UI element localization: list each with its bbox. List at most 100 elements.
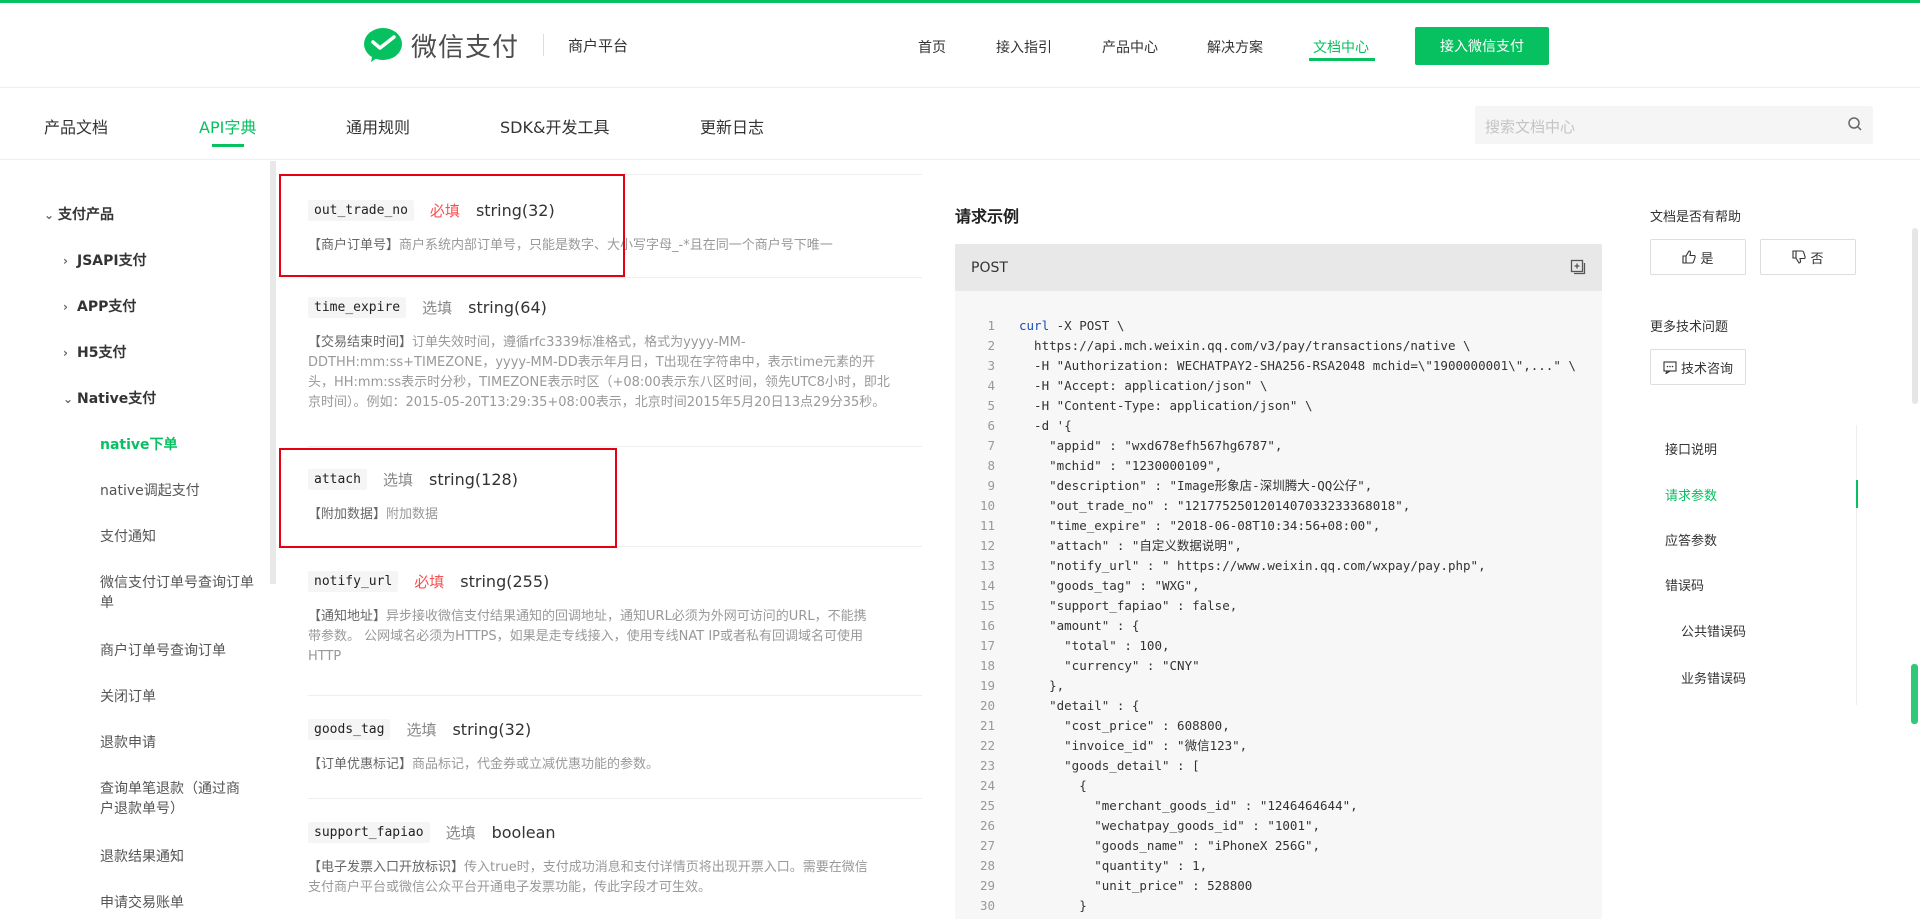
code-header: POST bbox=[955, 244, 1602, 291]
line-number: 23 bbox=[979, 758, 995, 773]
line-content: }, bbox=[1019, 678, 1065, 693]
param-type: string(255) bbox=[460, 571, 550, 591]
doc-search-input[interactable]: 搜索文档中心 bbox=[1475, 106, 1873, 144]
nav-solutions[interactable]: 解决方案 bbox=[1207, 37, 1263, 57]
code-line: 12 "attach" : "自定义数据说明", bbox=[955, 536, 1602, 556]
line-number: 15 bbox=[979, 598, 995, 613]
yes-label: 是 bbox=[1700, 251, 1714, 267]
highlight-box bbox=[279, 174, 625, 277]
line-number: 26 bbox=[979, 818, 995, 833]
sidebar-item-refund-notify[interactable]: 退款结果通知 bbox=[100, 847, 184, 867]
code-line: 1 curl -X POST \ bbox=[955, 316, 1602, 336]
tab-general-rules[interactable]: 通用规则 bbox=[346, 114, 410, 138]
code-line: 23 "goods_detail" : [ bbox=[955, 756, 1602, 776]
code-line: 16 "amount" : { bbox=[955, 616, 1602, 636]
line-content: "unit_price" : 528800 bbox=[1019, 878, 1253, 893]
param-optional-badge: 选填 bbox=[422, 298, 453, 317]
param-desc: 带参数。 公网域名必须为HTTPS，如果是走专线接入，使用专线NAT IP或者私… bbox=[308, 629, 864, 644]
toc-track bbox=[1856, 425, 1857, 705]
thumbs-up-icon bbox=[1682, 250, 1697, 264]
chevron-right-icon: › bbox=[63, 254, 68, 268]
toc-item-common-errors[interactable]: 公共错误码 bbox=[1681, 621, 1746, 640]
line-number: 9 bbox=[987, 478, 995, 493]
line-content: "description" : "Image形象店-深圳腾大-QQ公仔", bbox=[1019, 478, 1373, 493]
consult-label: 技术咨询 bbox=[1680, 361, 1733, 377]
sidebar-item-pay-notify[interactable]: 支付通知 bbox=[100, 527, 156, 547]
toc-item-response-params[interactable]: 应答参数 bbox=[1665, 530, 1717, 549]
highlight-box bbox=[279, 448, 617, 548]
tab-sdk-tools[interactable]: SDK&开发工具 bbox=[500, 114, 609, 138]
param-label: 【通知地址】 bbox=[308, 609, 387, 624]
toc-active-indicator bbox=[1856, 480, 1858, 508]
brand-logo[interactable]: 微信支付 商户平台 bbox=[363, 25, 628, 65]
line-content: "detail" : { bbox=[1019, 698, 1140, 713]
tab-api-dictionary[interactable]: API字典 bbox=[199, 114, 256, 138]
param-desc: 京时间）。例如：2015-05-20T13:29:35+08:00表示，北京时间… bbox=[308, 395, 886, 410]
code-line: 26 "wechatpay_goods_id" : "1001", bbox=[955, 816, 1602, 836]
line-number: 24 bbox=[979, 778, 995, 793]
tech-consult-button[interactable]: 技术咨询 bbox=[1650, 349, 1746, 385]
line-content: "appid" : "wxd678efh567hg6787", bbox=[1019, 438, 1283, 453]
tab-active-indicator bbox=[212, 144, 244, 147]
param-desc: 支付商户平台或微信公众平台开通电子发票功能，传此字段才可生效。 bbox=[308, 880, 712, 895]
sidebar-item-native[interactable]: ⌄ Native支付 bbox=[63, 389, 156, 409]
line-content: https://api.mch.weixin.qq.com/v3/pay/tra… bbox=[1019, 338, 1471, 353]
sidebar-item-query-refund[interactable]: 查询单笔退款（通过商 户退款单号） bbox=[100, 779, 240, 819]
code-line: 4 -H "Accept: application/json" \ bbox=[955, 376, 1602, 396]
line-content: "goods_detail" : [ bbox=[1019, 758, 1200, 773]
line-number: 12 bbox=[979, 538, 995, 553]
sidebar-item-label: Native支付 bbox=[77, 391, 157, 407]
line-content: "goods_tag" : "WXG", bbox=[1019, 578, 1200, 593]
sidebar-item-trade-bill[interactable]: 申请交易账单 bbox=[100, 893, 184, 913]
sidebar-item-native-invoke[interactable]: native调起支付 bbox=[100, 481, 200, 501]
nav-home[interactable]: 首页 bbox=[918, 37, 946, 57]
sidebar-item-label: JSAPI支付 bbox=[77, 253, 147, 269]
param-type: string(32) bbox=[452, 719, 532, 739]
helpful-no-button[interactable]: 否 bbox=[1760, 239, 1856, 275]
scroll-progress-indicator[interactable] bbox=[1911, 664, 1918, 724]
code-line: 25 "merchant_goods_id" : "1246464644", bbox=[955, 796, 1602, 816]
line-content: } bbox=[1019, 898, 1087, 913]
param-desc: 传入true时，支付成功消息和支付详情页将出现开票入口。需要在微信 bbox=[464, 860, 868, 875]
search-placeholder: 搜索文档中心 bbox=[1485, 118, 1576, 136]
nav-guide[interactable]: 接入指引 bbox=[996, 37, 1052, 57]
tab-product-docs[interactable]: 产品文档 bbox=[44, 114, 108, 138]
sidebar-item-close-order[interactable]: 关闭订单 bbox=[100, 687, 156, 707]
http-method: POST bbox=[971, 259, 1008, 276]
line-content: -H "Accept: application/json" \ bbox=[1019, 378, 1268, 393]
toc-item-business-errors[interactable]: 业务错误码 bbox=[1681, 668, 1746, 687]
param-desc: 订单失效时间，遵循rfc3339标准格式，格式为yyyy-MM- bbox=[412, 335, 746, 350]
chevron-down-icon: ⌄ bbox=[44, 208, 55, 222]
sidebar-item-jsapi[interactable]: › JSAPI支付 bbox=[63, 251, 147, 271]
line-content: "time_expire" : "2018-06-08T10:34:56+08:… bbox=[1019, 518, 1381, 533]
copy-icon[interactable] bbox=[1570, 259, 1586, 275]
page-scrollbar[interactable] bbox=[1912, 228, 1918, 404]
sidebar-item-query-by-txid[interactable]: 微信支付订单号查询订单单 bbox=[100, 573, 254, 613]
sidebar-item-query-by-out-no[interactable]: 商户订单号查询订单 bbox=[100, 641, 226, 661]
toc-item-error-codes[interactable]: 错误码 bbox=[1665, 575, 1704, 594]
line-content: -d '{ bbox=[1019, 418, 1072, 433]
search-icon[interactable] bbox=[1847, 116, 1863, 132]
code-line: 29 "unit_price" : 528800 bbox=[955, 876, 1602, 896]
param-row: notify_url 必填 string(255) 【通知地址】异步接收微信支付结果… bbox=[308, 569, 922, 696]
toc-item-request-params[interactable]: 请求参数 bbox=[1665, 485, 1717, 504]
sidebar-item-label-cont: 户退款单号） bbox=[100, 801, 184, 817]
nav-docs[interactable]: 文档中心 bbox=[1313, 37, 1369, 57]
param-optional-badge: 选填 bbox=[406, 720, 437, 739]
line-number: 1 bbox=[987, 318, 995, 333]
sidebar-item-refund[interactable]: 退款申请 bbox=[100, 733, 156, 753]
param-label: 【订单优惠标记】 bbox=[308, 757, 413, 772]
site-header: 微信支付 商户平台 首页 接入指引 产品中心 解决方案 文档中心 接入微信支付 bbox=[0, 3, 1920, 88]
tab-changelog[interactable]: 更新日志 bbox=[700, 114, 764, 138]
toc-item-overview[interactable]: 接口说明 bbox=[1665, 439, 1717, 458]
sidebar-item-h5[interactable]: › H5支付 bbox=[63, 343, 126, 363]
line-content: "attach" : "自定义数据说明", bbox=[1019, 538, 1242, 553]
join-wechat-pay-button[interactable]: 接入微信支付 bbox=[1415, 27, 1549, 65]
sidebar-item-native-order[interactable]: native下单 bbox=[100, 435, 178, 455]
sidebar-root-payment-products[interactable]: ⌄ 支付产品 bbox=[44, 205, 114, 225]
sidebar-item-app[interactable]: › APP支付 bbox=[63, 297, 136, 317]
helpful-yes-button[interactable]: 是 bbox=[1650, 239, 1746, 275]
code-block[interactable]: 1 curl -X POST \ 2 https://api.mch.weixin.… bbox=[955, 291, 1602, 916]
nav-products[interactable]: 产品中心 bbox=[1102, 37, 1158, 57]
line-content: "merchant_goods_id" : "1246464644", bbox=[1019, 798, 1358, 813]
